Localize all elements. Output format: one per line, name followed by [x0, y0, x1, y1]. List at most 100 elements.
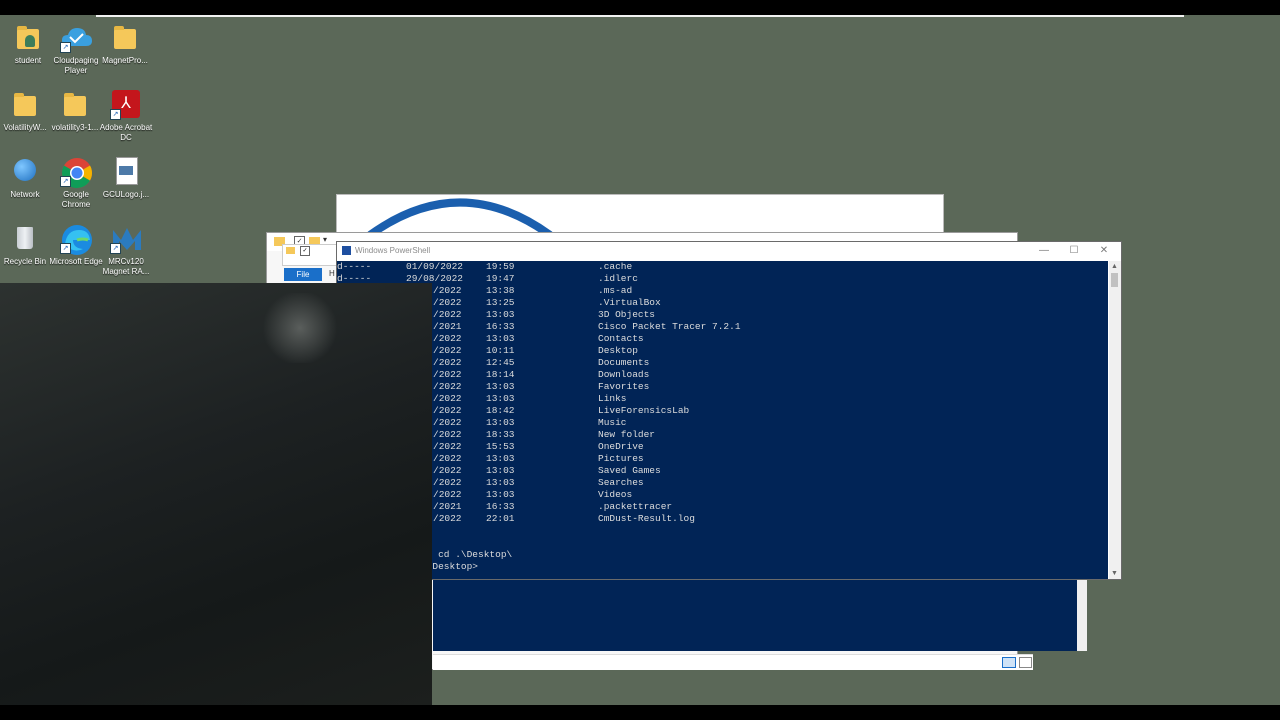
cell-date: /2022	[433, 285, 462, 296]
cell-name: OneDrive	[598, 441, 644, 452]
desktop-icon-gculogo[interactable]: GCULogo.j...	[98, 157, 154, 200]
cell-time: 13:03	[486, 465, 515, 476]
magnet-icon: ↗	[110, 224, 141, 254]
cell-time: 13:03	[486, 453, 515, 464]
cell-time: 13:38	[486, 285, 515, 296]
prompt-text: t> cd .\Desktop\	[421, 549, 513, 560]
cell-name: .packettracer	[598, 501, 673, 512]
cell-time: 13:03	[486, 309, 515, 320]
powershell-window[interactable]: Windows PowerShell — ☐ ✕ d----- 01/09/202…	[336, 241, 1122, 580]
desktop-icon-network[interactable]: Network	[0, 157, 53, 200]
cell-time: 16:33	[486, 321, 515, 332]
explorer-pane-dark	[433, 578, 1077, 651]
cell-date: /2022	[433, 393, 462, 404]
cell-mode: d-----	[337, 261, 372, 272]
checkbox-icon[interactable]: ✓	[300, 246, 310, 256]
chevron-down-icon[interactable]: ▾	[323, 235, 327, 244]
pdf-icon: ⅄ ↗	[110, 90, 141, 120]
cell-time: 13:03	[486, 393, 515, 404]
cell-date: /2022	[433, 441, 462, 452]
home-tab[interactable]: H	[329, 269, 335, 278]
cell-time: 13:03	[486, 417, 515, 428]
folder-icon	[286, 247, 295, 254]
file-tab[interactable]: File	[284, 268, 322, 281]
details-view-icon[interactable]	[1002, 657, 1016, 668]
cell-date: /2022	[433, 465, 462, 476]
image-file-icon	[111, 157, 141, 187]
window-title: Windows PowerShell	[355, 246, 431, 255]
cell-time: 13:03	[486, 477, 515, 488]
cell-time: 16:33	[486, 501, 515, 512]
cell-date: /2021	[433, 321, 462, 332]
folder-icon	[60, 90, 90, 120]
desktop-icon-edge[interactable]: ↗ Microsoft Edge	[48, 224, 104, 267]
cell-time: 15:53	[486, 441, 515, 452]
cell-name: .VirtualBox	[598, 297, 661, 308]
large-icons-view-icon[interactable]	[1019, 657, 1032, 668]
vertical-scrollbar[interactable]: ▲ ▼	[1109, 261, 1121, 579]
desktop-icon-acrobat[interactable]: ⅄ ↗ Adobe Acrobat DC	[98, 90, 154, 143]
cell-name: Music	[598, 417, 627, 428]
desktop-icon-magnet-ram[interactable]: ↗ MRCv120 Magnet RA...	[98, 224, 154, 277]
cell-date: /2022	[433, 381, 462, 392]
desktop-icon-volatilityw[interactable]: VolatilityW...	[0, 90, 53, 133]
cell-time: 19:47	[486, 273, 515, 284]
desktop-icon-label: volatility3-1...	[51, 123, 99, 132]
desktop-icon-volatility3[interactable]: volatility3-1...	[47, 90, 103, 133]
cell-date: 01/09/2022	[406, 261, 464, 272]
folder-icon	[10, 90, 40, 120]
university-logo	[367, 198, 553, 235]
cell-date: /2022	[433, 513, 462, 524]
cell-time: 22:01	[486, 513, 515, 524]
powershell-titlebar[interactable]: Windows PowerShell — ☐ ✕	[337, 242, 1121, 260]
cell-date: /2022	[433, 333, 462, 344]
cell-name: Links	[598, 393, 627, 404]
cell-name: CmDust-Result.log	[598, 513, 695, 524]
maximize-button[interactable]: ☐	[1059, 242, 1089, 260]
cell-date: /2022	[433, 405, 462, 416]
scroll-thumb[interactable]	[1111, 273, 1118, 287]
status-bar	[433, 654, 1033, 670]
close-button[interactable]: ✕	[1089, 242, 1119, 260]
blurred-overlay	[0, 283, 432, 705]
folder-icon	[110, 23, 140, 53]
cell-name: Documents	[598, 357, 650, 368]
desktop-icon-chrome[interactable]: ↗ Google Chrome	[48, 157, 104, 210]
desktop-icon-label: MagnetPro...	[102, 56, 148, 65]
cell-date: /2022	[433, 477, 462, 488]
cell-name: Cisco Packet Tracer 7.2.1	[598, 321, 741, 332]
cell-time: 13:03	[486, 381, 515, 392]
cell-date: /2022	[433, 369, 462, 380]
console-output[interactable]: d----- 01/09/2022 19:59 .cache d----- 29/08/2…	[337, 261, 1108, 579]
scroll-down-icon[interactable]: ▼	[1111, 570, 1118, 577]
cell-date: /2022	[433, 453, 462, 464]
cell-name: Desktop	[598, 345, 638, 356]
desktop-icon-magnetpro[interactable]: MagnetPro...	[97, 23, 153, 66]
scroll-up-icon[interactable]: ▲	[1111, 263, 1118, 270]
cell-date: /2022	[433, 297, 462, 308]
desktop-icon-label: VolatilityW...	[3, 123, 47, 132]
cell-time: 12:45	[486, 357, 515, 368]
scrollbar[interactable]	[1077, 578, 1087, 651]
cell-name: .idlerc	[598, 273, 638, 284]
cell-time: 13:03	[486, 333, 515, 344]
cell-name: New folder	[598, 429, 656, 440]
cloud-icon: ↗	[60, 23, 92, 53]
minimize-button[interactable]: —	[1029, 242, 1059, 260]
cell-name: .ms-ad	[598, 285, 633, 296]
cell-date: /2022	[433, 345, 462, 356]
desktop-icon-label: Adobe Acrobat DC	[99, 123, 153, 142]
cell-name: Downloads	[598, 369, 650, 380]
cell-name: Saved Games	[598, 465, 661, 476]
desktop-icon-label: GCULogo.j...	[102, 190, 150, 199]
desktop-icon-cloudpaging[interactable]: ↗ Cloudpaging Player	[48, 23, 104, 76]
chrome-icon: ↗	[60, 157, 93, 189]
cell-date: /2022	[433, 309, 462, 320]
cell-date: /2022	[433, 429, 462, 440]
cell-name: Videos	[598, 489, 633, 500]
desktop-icon-label: Recycle Bin	[3, 257, 47, 266]
cell-time: 18:33	[486, 429, 515, 440]
cell-name: Pictures	[598, 453, 644, 464]
desktop-icon-recycle-bin[interactable]: Recycle Bin	[0, 224, 53, 267]
cell-name: LiveForensicsLab	[598, 405, 690, 416]
